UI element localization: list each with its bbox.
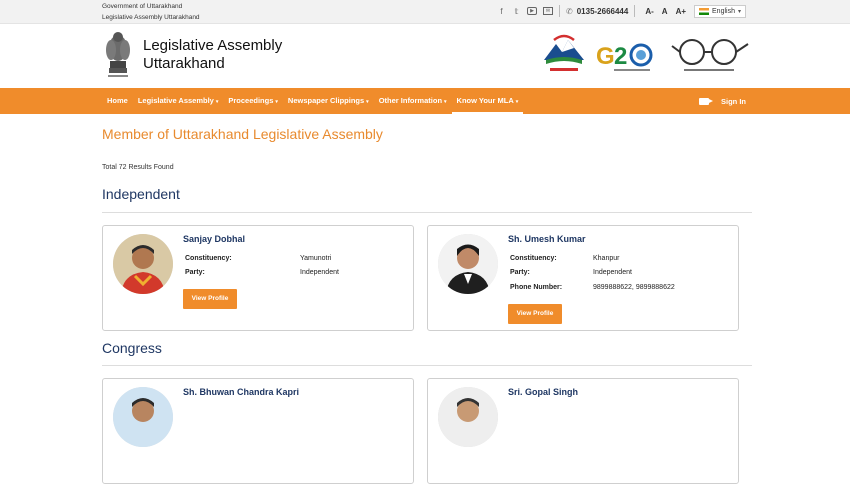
government-lines: Government of Uttarakhand Legislative As… (102, 1, 200, 23)
video-camera-icon[interactable] (699, 97, 713, 105)
nav-item-label: Proceedings (228, 96, 274, 105)
facebook-icon[interactable]: f (497, 7, 506, 16)
youtube-icon[interactable]: ▶ (527, 7, 538, 15)
chevron-down-icon: ▾ (366, 99, 369, 105)
nav-item-legislative-assembly[interactable]: Legislative Assembly ▾ (133, 88, 224, 114)
site-title-line1: Legislative Assembly (143, 37, 283, 54)
site-title-line2: Uttarakhand (143, 55, 225, 72)
field-row-constituency: Constituency: Yamunotri (185, 255, 331, 262)
site-header: Legislative Assembly Uttarakhand G 2 (0, 24, 850, 88)
field-value: Independent (593, 269, 632, 276)
view-profile-button[interactable]: View Profile (508, 304, 562, 324)
font-normal-button[interactable]: A (662, 7, 668, 16)
chevron-down-icon: ▾ (737, 8, 741, 15)
font-increase-button[interactable]: A+ (676, 7, 686, 16)
section-title-congress: Congress (102, 340, 162, 356)
field-row-party: Party: Independent (185, 269, 339, 276)
section-divider (102, 212, 752, 213)
swachh-bharat-logo-icon (671, 39, 749, 71)
social-links: f 𝕥 ▶ ✉ (497, 7, 554, 16)
nav-item-proceedings[interactable]: Proceedings ▾ (223, 88, 283, 114)
chevron-down-icon: ▾ (275, 99, 278, 105)
view-profile-button[interactable]: View Profile (183, 289, 237, 309)
field-value: Independent (300, 269, 339, 276)
nav-item-other-information[interactable]: Other Information ▾ (374, 88, 452, 114)
national-emblem-icon[interactable] (101, 28, 135, 80)
nav-item-newspaper-clippings[interactable]: Newspaper Clippings ▾ (283, 88, 374, 114)
india-flag-icon (699, 7, 710, 15)
field-value: Yamunotri (300, 255, 332, 262)
results-count: Total 72 Results Found (102, 164, 174, 171)
mla-card: Sanjay Dobhal Constituency: Yamunotri Par… (102, 225, 414, 331)
gov-line-2: Legislative Assembly Uttarakhand (102, 14, 200, 21)
field-row-phone: Phone Number: 9899888622, 9899888622 (510, 284, 675, 291)
g20-logo-icon: G 2 (596, 43, 653, 71)
language-label: English (712, 7, 735, 15)
field-label: Phone Number: (510, 284, 563, 291)
language-select[interactable]: English ▾ (694, 4, 746, 18)
gov-line-1: Government of Uttarakhand (102, 3, 183, 10)
field-row-party: Party: Independent (510, 269, 632, 276)
top-right-tools: f 𝕥 ▶ ✉ ✆ 0135-2666444 A- A A+ English ▾ (497, 4, 746, 18)
nav-item-know-your-mla[interactable]: Know Your MLA ▾ (451, 88, 524, 114)
page-title: Member of Uttarakhand Legislative Assemb… (102, 126, 383, 142)
section-divider (102, 365, 752, 366)
nav-right-actions: Sign In (699, 88, 746, 114)
field-value: 9899888622, 9899888622 (593, 284, 675, 291)
mla-photo (113, 387, 173, 447)
field-label: Constituency: (185, 255, 232, 262)
mla-card: Sh. Umesh Kumar Constituency: Khanpur Par… (427, 225, 739, 331)
chevron-down-icon: ▾ (515, 99, 519, 105)
font-decrease-button[interactable]: A- (645, 7, 653, 16)
mla-card: Sh. Bhuwan Chandra Kapri (102, 378, 414, 484)
nav-item-home[interactable]: Home (102, 88, 133, 114)
mla-photo (438, 387, 498, 447)
divider (559, 5, 561, 17)
site-title[interactable]: Legislative Assembly Uttarakhand (143, 37, 282, 73)
chevron-down-icon: ▾ (215, 99, 219, 105)
nav-item-label: Other Information (378, 96, 443, 105)
svg-text:G: G (596, 43, 615, 70)
nav-menu: Home Legislative Assembly ▾ Proceedings ▾ … (102, 88, 524, 114)
phone-icon: ✆ (566, 6, 573, 16)
main-navigation: Home Legislative Assembly ▾ Proceedings ▾ … (0, 88, 850, 114)
uttarakhand-logo-icon (544, 34, 584, 71)
portrait-image-icon (438, 234, 498, 294)
field-label: Constituency: (510, 255, 557, 262)
phone-number[interactable]: 0135-2666444 (577, 7, 629, 16)
top-utility-bar: Government of Uttarakhand Legislative As… (0, 0, 850, 24)
section-title-independent: Independent (102, 186, 180, 202)
chevron-down-icon: ▾ (444, 99, 447, 105)
field-value: Khanpur (593, 255, 620, 262)
portrait-image-icon (438, 387, 498, 447)
field-label: Party: (510, 269, 530, 276)
nav-item-label: Legislative Assembly (137, 96, 214, 105)
field-row-constituency: Constituency: Khanpur (510, 255, 619, 262)
divider (634, 5, 636, 17)
nav-item-label: Home (107, 96, 128, 105)
portrait-image-icon (113, 387, 173, 447)
nav-item-label: Newspaper Clippings (287, 96, 365, 105)
sign-in-link[interactable]: Sign In (721, 97, 746, 106)
svg-text:2: 2 (614, 43, 627, 70)
mla-photo (113, 234, 173, 294)
mla-card: Sri. Gopal Singh (427, 378, 739, 484)
mla-photo (438, 234, 498, 294)
mla-name[interactable]: Sh. Bhuwan Chandra Kapri (183, 387, 299, 397)
mla-name[interactable]: Sh. Umesh Kumar (508, 234, 586, 244)
email-icon[interactable]: ✉ (543, 7, 554, 15)
twitter-icon[interactable]: 𝕥 (512, 7, 521, 16)
mla-name[interactable]: Sri. Gopal Singh (508, 387, 578, 397)
mla-name[interactable]: Sanjay Dobhal (183, 234, 245, 244)
field-label: Party: (185, 269, 205, 276)
portrait-image-icon (113, 234, 173, 294)
nav-item-label: Know Your MLA (456, 96, 514, 105)
